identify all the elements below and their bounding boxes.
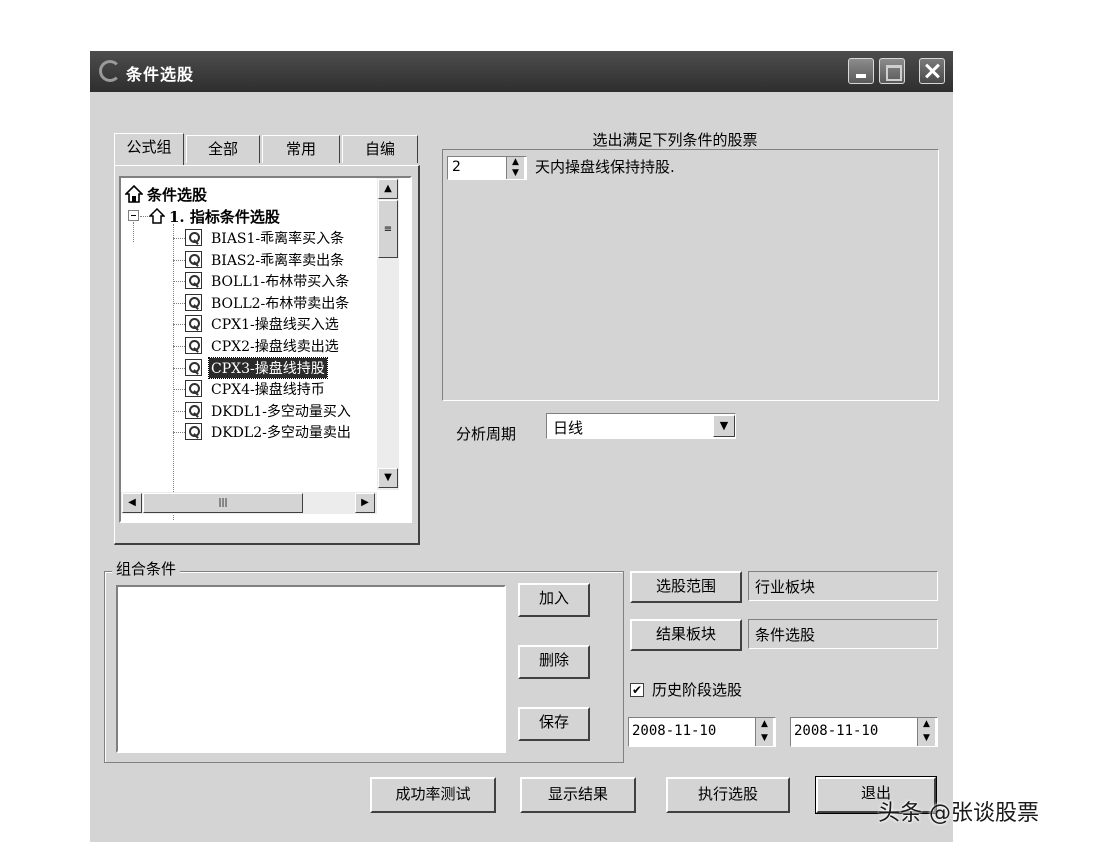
tab-common[interactable]: 常用 (262, 135, 340, 163)
history-label: 历史阶段选股 (652, 681, 743, 699)
tree-item-label: CPX4-操盘线持币 (211, 382, 325, 399)
period-value: 日线 (553, 419, 584, 437)
tree-item-label: BOLL1-布林带买入条 (211, 274, 350, 291)
stock-scope-field: 行业板块 (748, 571, 938, 601)
dropdown-arrow-icon[interactable]: ▼ (713, 415, 735, 437)
combo-conditions-list[interactable] (116, 585, 506, 753)
app-logo-icon (99, 60, 121, 82)
tree-vscrollbar[interactable]: ▲ ≡ ▼ (377, 178, 399, 490)
hscroll-thumb[interactable]: ||| (143, 493, 303, 513)
tree-leaves: BIAS1-乖离率买入条 BIAS2-乖离率卖出条 BOLL1-布林带买入条 BOLL… (121, 228, 383, 521)
run-selection-button[interactable]: 执行选股 (666, 777, 790, 813)
maximize-icon[interactable] (879, 58, 905, 84)
tree-item-label: BIAS2-乖离率卖出条 (211, 252, 345, 269)
formula-icon (185, 272, 202, 290)
spin-icon[interactable]: ▲ ▼ (917, 718, 935, 746)
tree-item-label: CPX3-操盘线持股 (208, 356, 328, 379)
start-date-value: 2008-11-10 (632, 723, 717, 739)
result-block-value: 条件选股 (755, 626, 816, 644)
period-label: 分析周期 (456, 425, 517, 443)
stock-picker-window: 条件选股 公式组 全部 常用 自编 条件选股 1. 指标条件选股 BIAS1-乖… (90, 51, 953, 842)
scroll-right-icon[interactable]: ▶ (355, 493, 375, 513)
tree-item-label: BOLL2-布林带卖出条 (211, 295, 350, 312)
end-date-value: 2008-11-10 (794, 723, 879, 739)
end-date-field[interactable]: 2008-11-10 ▲ ▼ (790, 717, 938, 747)
close-icon[interactable] (919, 58, 945, 84)
spin-icon[interactable]: ▲ ▼ (755, 718, 773, 746)
tab-formula-group[interactable]: 公式组 (114, 133, 184, 165)
tree-root-label: 条件选股 (147, 186, 208, 204)
spin-icon[interactable]: ▲ ▼ (506, 157, 524, 179)
start-date-field[interactable]: 2008-11-10 ▲ ▼ (628, 717, 776, 747)
checkbox-icon[interactable]: ✔ (630, 683, 644, 697)
formula-icon (185, 401, 202, 419)
days-stepper[interactable]: 2 ▲ ▼ (447, 156, 527, 180)
tree-hscrollbar[interactable]: ◀ ||| ▶ (121, 492, 377, 514)
show-results-button[interactable]: 显示结果 (520, 777, 636, 813)
stock-scope-value: 行业板块 (755, 578, 816, 596)
tab-panel: 条件选股 1. 指标条件选股 BIAS1-乖离率买入条 BIAS2-乖离率卖出条 B… (114, 165, 420, 545)
formula-tabs: 公式组 全部 常用 自编 (114, 133, 420, 167)
formula-icon (185, 358, 202, 376)
condition-panel: 2 ▲ ▼ 天内操盘线保持持股. (442, 149, 939, 401)
scroll-down-icon[interactable]: ▼ (378, 468, 398, 488)
title-bar[interactable]: 条件选股 (90, 51, 953, 92)
save-button[interactable]: 保存 (518, 707, 590, 741)
watermark: 头条 @张谈股票 (878, 801, 1039, 826)
home-icon (149, 208, 165, 224)
tab-all[interactable]: 全部 (186, 135, 260, 163)
formula-icon (185, 229, 202, 246)
scroll-up-icon[interactable]: ▲ (378, 179, 398, 199)
collapse-icon[interactable] (128, 210, 139, 221)
result-block-field: 条件选股 (748, 619, 938, 649)
combo-group-label: 组合条件 (112, 558, 181, 579)
period-select[interactable]: 日线 ▼ (546, 413, 736, 439)
scroll-thumb[interactable]: ≡ (378, 200, 398, 258)
delete-button[interactable]: 删除 (518, 645, 590, 679)
success-rate-test-button[interactable]: 成功率测试 (370, 777, 496, 813)
condition-tree[interactable]: 条件选股 1. 指标条件选股 BIAS1-乖离率买入条 BIAS2-乖离率卖出条 B… (119, 176, 412, 523)
formula-icon (185, 315, 202, 333)
condition-text: 天内操盘线保持持股. (535, 158, 675, 176)
tree-item-label: CPX1-操盘线买入选 (211, 317, 339, 334)
days-value: 2 (452, 159, 461, 175)
home-icon (125, 185, 143, 203)
tree-group-label: 1. 指标条件选股 (169, 208, 280, 226)
formula-icon (185, 380, 202, 398)
result-block-button[interactable]: 结果板块 (630, 619, 742, 651)
tree-item-label: DKDL2-多空动量卖出 (211, 425, 351, 442)
stock-scope-button[interactable]: 选股范围 (630, 571, 742, 603)
tree-item-label: BIAS1-乖离率买入条 (211, 231, 345, 247)
minimize-icon[interactable] (848, 58, 874, 84)
formula-icon (185, 250, 202, 268)
tab-custom[interactable]: 自编 (342, 135, 418, 163)
tree-item-label: DKDL1-多空动量买入 (211, 403, 351, 420)
tree-item-label: CPX2-操盘线卖出选 (211, 339, 339, 355)
formula-icon (185, 337, 202, 354)
window-title: 条件选股 (126, 65, 195, 84)
condition-header: 选出满足下列条件的股票 (592, 131, 758, 149)
formula-icon (185, 423, 202, 441)
add-button[interactable]: 加入 (518, 583, 590, 617)
scroll-left-icon[interactable]: ◀ (122, 493, 142, 513)
formula-icon (185, 293, 202, 311)
